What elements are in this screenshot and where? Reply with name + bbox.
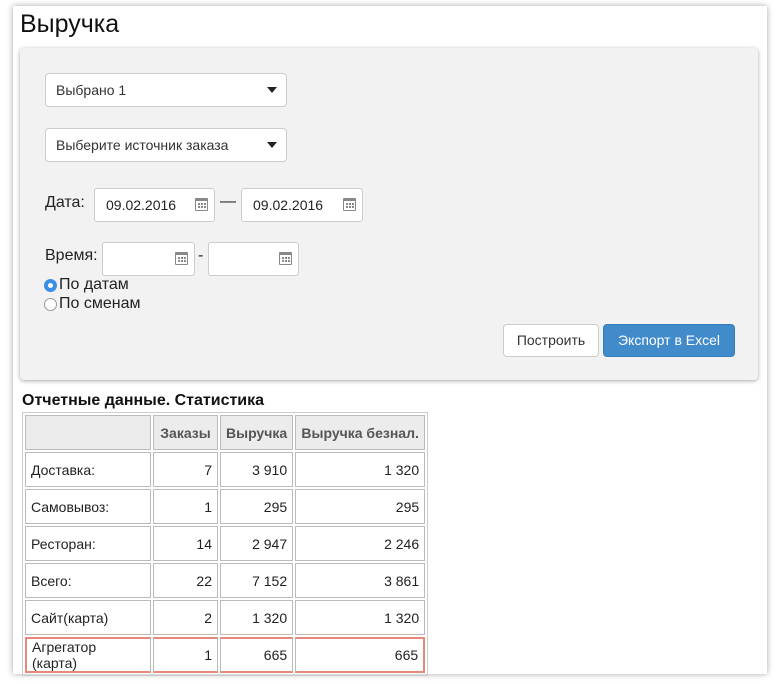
row-label: Всего: [25, 563, 151, 598]
orders-cell: 7 [153, 452, 218, 487]
revenue-cell: 7 152 [220, 563, 294, 598]
report-title: Отчетные данные. Статистика [22, 392, 265, 409]
orders-cell: 14 [153, 526, 218, 561]
revenue-cashless-cell: 1 320 [295, 452, 426, 487]
row-label: Самовывоз: [25, 489, 151, 524]
column-header-revenue: Выручка [220, 415, 294, 450]
row-label: Сайт(карта) [25, 600, 151, 635]
revenue-cashless-cell: 665 [295, 637, 426, 673]
radio-by-dates-label: По датам [59, 276, 129, 293]
time-to-input[interactable] [208, 242, 299, 276]
column-header-revenue-cashless: Выручка безнал. [295, 415, 426, 450]
orders-cell: 1 [153, 637, 218, 673]
column-header-orders: Заказы [153, 415, 218, 450]
chevron-down-icon [267, 87, 277, 93]
restaurant-select-value: Выбрано 1 [56, 82, 127, 98]
page-title: Выручка [20, 10, 120, 38]
revenue-cell: 665 [220, 637, 294, 673]
export-excel-button[interactable]: Экспорт в Excel [603, 324, 735, 357]
table-row: Самовывоз: 1 295 295 [25, 489, 426, 524]
table-header-row: Заказы Выручка Выручка безнал. [25, 415, 426, 450]
revenue-cashless-cell: 3 861 [295, 563, 426, 598]
revenue-cashless-cell: 2 246 [295, 526, 426, 561]
time-label: Время: [45, 247, 98, 264]
calendar-icon[interactable] [195, 198, 208, 211]
orders-cell: 1 [153, 489, 218, 524]
date-label: Дата: [45, 194, 85, 211]
calendar-icon[interactable] [343, 198, 356, 211]
table-row-highlighted: Агрегатор (карта) 1 665 665 [25, 637, 426, 673]
stats-table: Заказы Выручка Выручка безнал. Доставка:… [22, 412, 429, 676]
revenue-cell: 3 910 [220, 452, 294, 487]
build-button[interactable]: Построить [503, 324, 599, 357]
radio-button-checked[interactable] [44, 278, 57, 292]
calendar-icon[interactable] [279, 252, 292, 265]
date-from-input[interactable]: 09.02.2016 [94, 188, 215, 222]
calendar-icon[interactable] [175, 252, 188, 265]
radio-by-dates[interactable]: По датам [44, 276, 129, 294]
revenue-cell: 295 [220, 489, 294, 524]
radio-button[interactable] [44, 297, 57, 311]
table-row: Доставка: 7 3 910 1 320 [25, 452, 426, 487]
row-label: Ресторан: [25, 526, 151, 561]
radio-by-shifts[interactable]: По сменам [44, 295, 140, 313]
chevron-down-icon [267, 142, 277, 148]
revenue-cell: 1 320 [220, 600, 294, 635]
restaurant-select[interactable]: Выбрано 1 [45, 73, 287, 107]
revenue-cashless-cell: 1 320 [295, 600, 426, 635]
time-from-input[interactable] [102, 242, 195, 276]
order-source-select[interactable]: Выберите источник заказа [45, 128, 287, 162]
order-source-select-value: Выберите источник заказа [56, 137, 229, 153]
time-range-dash: - [198, 247, 204, 264]
date-from-value: 09.02.2016 [106, 197, 177, 213]
table-row: Ресторан: 14 2 947 2 246 [25, 526, 426, 561]
row-label: Доставка: [25, 452, 151, 487]
orders-cell: 22 [153, 563, 218, 598]
date-to-value: 09.02.2016 [253, 197, 324, 213]
revenue-cell: 2 947 [220, 526, 294, 561]
filter-panel: Выбрано 1 Выберите источник заказа Дата:… [20, 48, 758, 380]
date-to-input[interactable]: 09.02.2016 [241, 188, 363, 222]
column-header [25, 415, 151, 450]
orders-cell: 2 [153, 600, 218, 635]
revenue-cashless-cell: 295 [295, 489, 426, 524]
table-row: Сайт(карта) 2 1 320 1 320 [25, 600, 426, 635]
table-row: Всего: 22 7 152 3 861 [25, 563, 426, 598]
date-range-dash: — [220, 193, 236, 210]
row-label: Агрегатор (карта) [25, 637, 151, 673]
radio-by-shifts-label: По сменам [59, 295, 141, 312]
